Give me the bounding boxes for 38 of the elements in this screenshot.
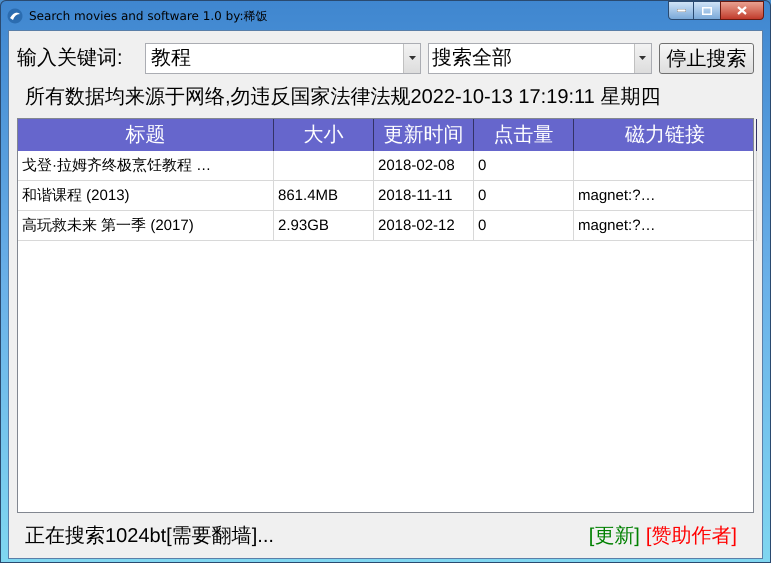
status-text: 正在搜索1024bt[需要翻墙]...	[25, 524, 274, 548]
close-button[interactable]	[720, 1, 764, 20]
table-cell-text: 高玩救未来 第一季 (2017)	[22, 216, 194, 236]
keyword-combobox[interactable]: 教程	[145, 42, 422, 74]
minimize-button[interactable]	[668, 1, 694, 20]
column-header[interactable]: 大小	[274, 119, 374, 151]
table-cell-text: magnet:?…	[578, 186, 656, 206]
table-cell-text: 2018-11-11	[378, 186, 453, 206]
column-header[interactable]: 磁力链接	[574, 119, 757, 151]
table-cell-text: magnet:?…	[578, 216, 656, 236]
maximize-icon	[702, 6, 712, 14]
scope-combobox[interactable]: 搜索全部	[428, 42, 652, 74]
table-cell-text: 戈登·拉姆齐终极烹饪教程 …	[22, 156, 212, 176]
minimize-icon	[676, 9, 686, 12]
keyword-value: 教程	[150, 46, 192, 71]
link[interactable]: [更新]	[588, 520, 640, 550]
scope-value: 搜索全部	[431, 46, 514, 71]
table-cell-text: 和谐课程 (2013)	[22, 186, 130, 206]
stop-search-button[interactable]: 停止搜索	[658, 42, 754, 74]
table-cell-text: 2.93GB	[278, 216, 329, 236]
table-cell-text: 2018-02-08	[378, 156, 455, 176]
dropdown-arrow-icon	[639, 56, 646, 60]
table-cell-text: 861.4MB	[278, 186, 338, 206]
table-cell-text: 0	[478, 216, 486, 236]
table-cell-text: 0	[478, 156, 486, 176]
column-header[interactable]: 标题	[18, 119, 274, 151]
link[interactable]: [赞助作者]	[646, 520, 737, 550]
table-cell-text: 2018-02-12	[378, 216, 455, 236]
maximize-button[interactable]	[694, 1, 720, 20]
column-header[interactable]: 点击量	[474, 119, 574, 151]
column-header[interactable]: 更新时间	[374, 119, 474, 151]
dropdown-arrow-icon	[408, 56, 416, 60]
keyword-label: 输入关键词:	[17, 46, 124, 71]
window-title: Search movies and software 1.0 by:稀饭	[29, 8, 268, 24]
close-icon	[737, 6, 747, 15]
notice-text: 所有数据均来源于网络,勿违反国家法律法规2022-10-13 17:19:11 星期四	[24, 85, 660, 110]
table-cell-text: 0	[478, 186, 486, 206]
app-icon	[7, 8, 23, 24]
